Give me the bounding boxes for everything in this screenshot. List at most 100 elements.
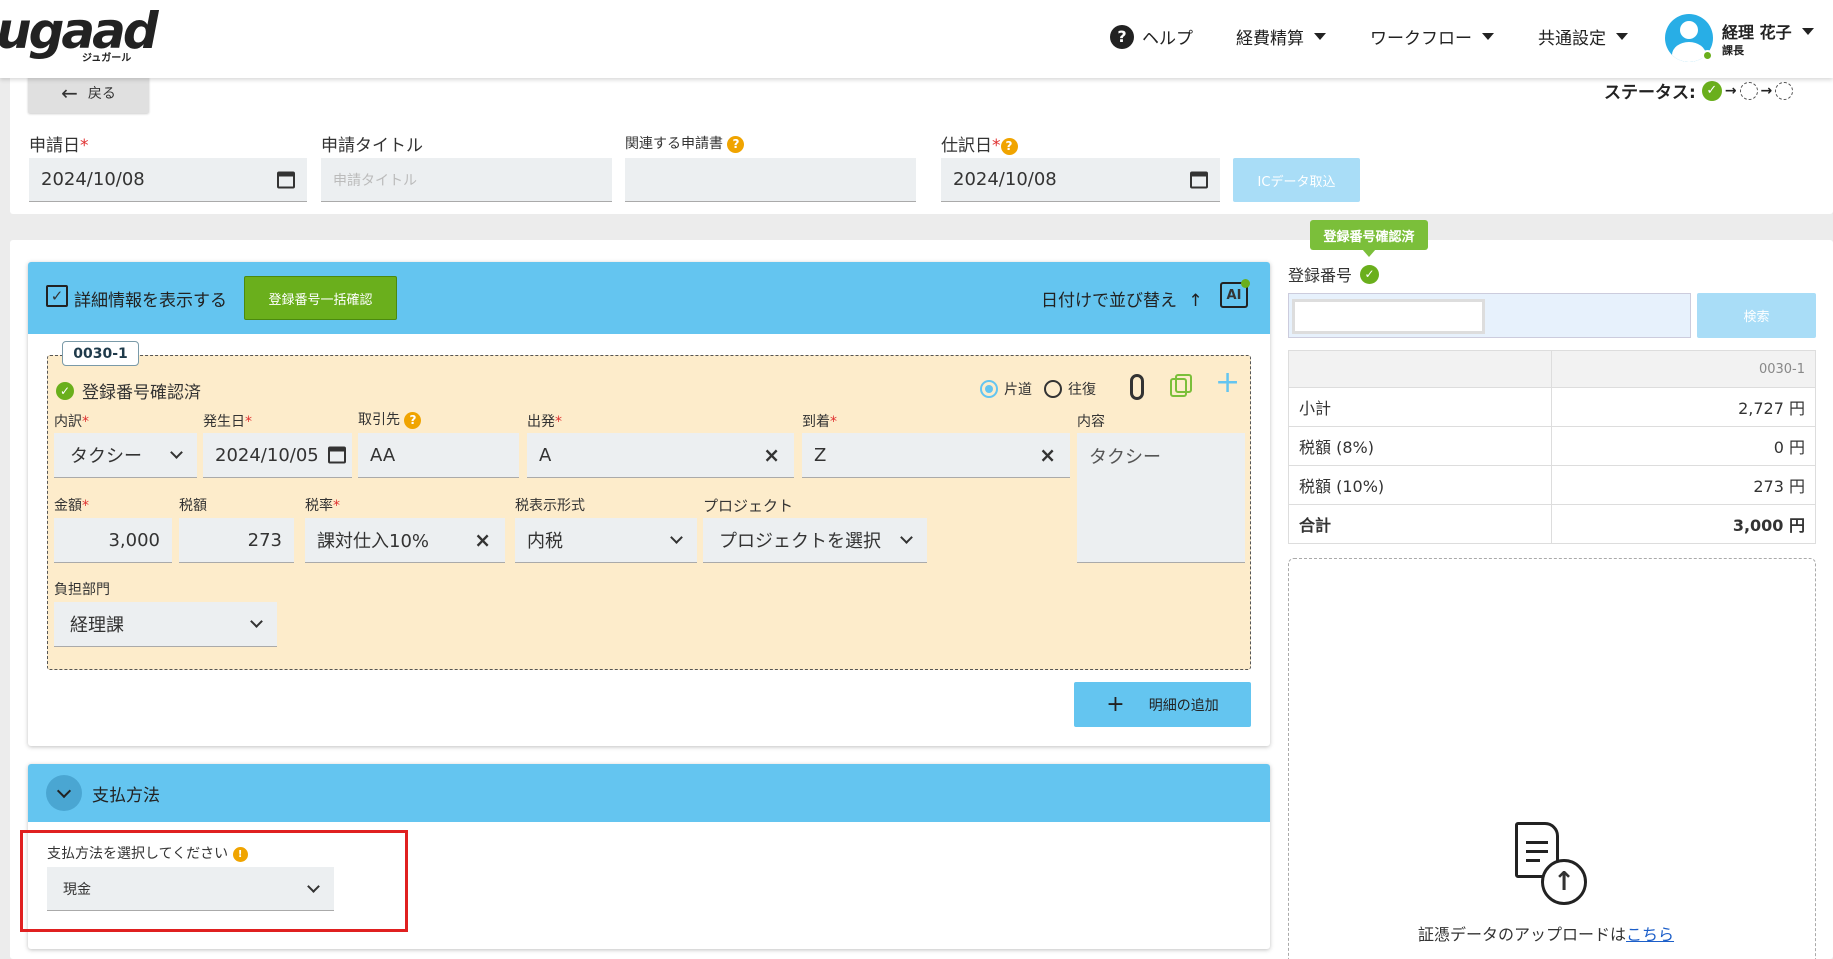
online-status-dot	[1702, 50, 1713, 61]
summary-table: 0030-1 小計 2,727 円 税額 (8%) 0 円 税額 (10%) 2…	[1288, 350, 1816, 544]
summary-row-value: 273 円	[1753, 477, 1805, 496]
one-way-label: 片道	[1004, 382, 1032, 398]
summary-col-id: 0030-1	[1758, 361, 1805, 377]
user-name: 経理 花子	[1722, 23, 1792, 42]
status-pending-icon	[1739, 81, 1758, 100]
to-input[interactable]: Z ×	[802, 433, 1070, 478]
status-pending-icon	[1775, 81, 1794, 100]
clear-icon: ×	[763, 443, 780, 467]
caret-down-icon	[1314, 33, 1326, 40]
check-circle-icon: ✓	[56, 381, 74, 400]
user-menu[interactable]: 経理 花子	[1722, 19, 1814, 43]
reg-number-label: 登録番号 ✓	[1288, 262, 1380, 286]
related-input[interactable]	[625, 158, 916, 202]
arrow-left-icon: ←	[61, 80, 78, 105]
journal-date-input[interactable]: 2024/10/08	[941, 158, 1220, 202]
summary-row: 税額 (10%) 273 円	[1289, 465, 1815, 504]
add-item-button[interactable]: + 明細の追加	[1074, 682, 1251, 727]
trip-type-radio: 片道 往復	[980, 379, 1096, 399]
top-bar: ugaad ジュガール ? ヘルプ 経費精算 ワークフロー 共通設定 経理 花子…	[0, 0, 1833, 78]
content-label: 内容	[1077, 414, 1105, 430]
journal-date-label: 仕訳日*?	[941, 131, 1018, 156]
partner-label: 取引先 ?	[358, 409, 422, 429]
tax-input[interactable]: 273	[179, 518, 294, 563]
summary-row: 小計 2,727 円	[1289, 387, 1815, 426]
chevron-down-icon	[670, 531, 683, 544]
tax-display-label: 税表示形式	[515, 498, 585, 514]
upload-link[interactable]: こちら	[1626, 925, 1674, 944]
date-input[interactable]: 2024/10/05	[203, 433, 352, 478]
apply-date-input[interactable]: 2024/10/08	[29, 158, 307, 202]
item-verified-label: 登録番号確認済	[82, 383, 201, 403]
ai-status-dot	[1241, 279, 1250, 288]
help-label: ヘルプ	[1142, 29, 1193, 49]
workflow-menu-label: ワークフロー	[1370, 29, 1472, 49]
summary-header-row: 0030-1	[1289, 351, 1815, 387]
upload-arrow-icon: ↑	[1541, 859, 1587, 905]
ic-import-button[interactable]: ICデータ取込	[1233, 158, 1360, 202]
clear-icon: ×	[474, 528, 491, 552]
tax-label: 税額	[179, 498, 207, 514]
caret-down-icon	[1482, 33, 1494, 40]
related-label: 関連する申請書 ?	[625, 133, 745, 153]
partner-input[interactable]: AA	[358, 433, 519, 478]
payment-method-select[interactable]: 現金	[47, 867, 334, 911]
apply-date-label: 申請日*	[29, 136, 89, 156]
arrow-right-icon: →	[1760, 82, 1773, 99]
calendar-icon	[277, 171, 295, 188]
verified-tooltip: 登録番号確認済	[1310, 220, 1428, 250]
expense-menu[interactable]: 経費精算	[1236, 24, 1326, 49]
round-trip-label: 往復	[1068, 382, 1096, 398]
logo-subtitle: ジュガール	[82, 53, 132, 64]
bulk-check-button[interactable]: 登録番号一括確認	[244, 276, 397, 320]
add-row-icon[interactable]: +	[1215, 368, 1240, 398]
user-role: 課長	[1722, 44, 1744, 57]
back-button[interactable]: ← 戻る	[28, 72, 149, 113]
content-textarea[interactable]: タクシー	[1077, 433, 1245, 563]
dept-select[interactable]: 経理課	[54, 602, 277, 647]
attachment-icon[interactable]	[1130, 374, 1144, 400]
ai-icon: AI	[1226, 287, 1242, 303]
sort-by-date-button[interactable]: 日付けで並び替え ↑	[1041, 286, 1203, 311]
payment-select-label: 支払方法を選択してください !	[47, 843, 248, 863]
workflow-menu[interactable]: ワークフロー	[1370, 24, 1494, 49]
payment-header[interactable]	[28, 764, 1270, 822]
title-input[interactable]: 申請タイトル	[321, 158, 612, 202]
summary-row-label: 税額 (10%)	[1289, 466, 1552, 504]
show-detail-checkbox[interactable]: ✓	[46, 285, 68, 307]
common-settings-label: 共通設定	[1538, 29, 1606, 49]
round-trip-radio[interactable]	[1044, 380, 1062, 398]
help-menu[interactable]: ? ヘルプ	[1110, 24, 1193, 49]
tooltip-arrow	[1362, 249, 1376, 257]
help-icon: ?	[1110, 24, 1134, 49]
category-select[interactable]: タクシー	[54, 433, 197, 478]
dept-label: 負担部門	[54, 582, 110, 598]
one-way-radio[interactable]	[980, 380, 998, 398]
from-input[interactable]: A ×	[527, 433, 794, 478]
summary-row-label: 小計	[1289, 388, 1552, 426]
summary-row: 税額 (8%) 0 円	[1289, 426, 1815, 465]
date-label: 発生日*	[203, 414, 252, 430]
project-select[interactable]: プロジェクトを選択	[703, 518, 927, 563]
caret-down-icon	[1616, 33, 1628, 40]
summary-row-label: 税額 (8%)	[1289, 427, 1552, 465]
add-item-label: 明細の追加	[1148, 697, 1219, 714]
status-indicator: ステータス: ✓ → →	[1604, 78, 1794, 103]
search-button[interactable]: 検索	[1697, 293, 1816, 338]
arrow-up-icon: ↑	[1188, 291, 1203, 311]
common-settings-menu[interactable]: 共通設定	[1538, 24, 1628, 49]
chevron-down-icon	[56, 783, 72, 798]
reg-number-input[interactable]	[1292, 299, 1485, 334]
status-done-icon: ✓	[1701, 80, 1722, 101]
calendar-icon	[1190, 171, 1208, 188]
tax-display-select[interactable]: 内税	[515, 518, 697, 563]
caret-down-icon	[1801, 27, 1814, 35]
summary-total-label: 合計	[1289, 505, 1552, 543]
rate-select[interactable]: 課対仕入10% ×	[305, 518, 505, 563]
amount-input[interactable]: 3,000	[54, 518, 172, 563]
logo[interactable]: ugaad	[0, 2, 159, 60]
summary-row-value: 0 円	[1773, 438, 1805, 457]
collapse-toggle[interactable]	[46, 775, 82, 811]
chevron-down-icon	[900, 531, 913, 544]
category-label: 内訳*	[54, 414, 89, 430]
